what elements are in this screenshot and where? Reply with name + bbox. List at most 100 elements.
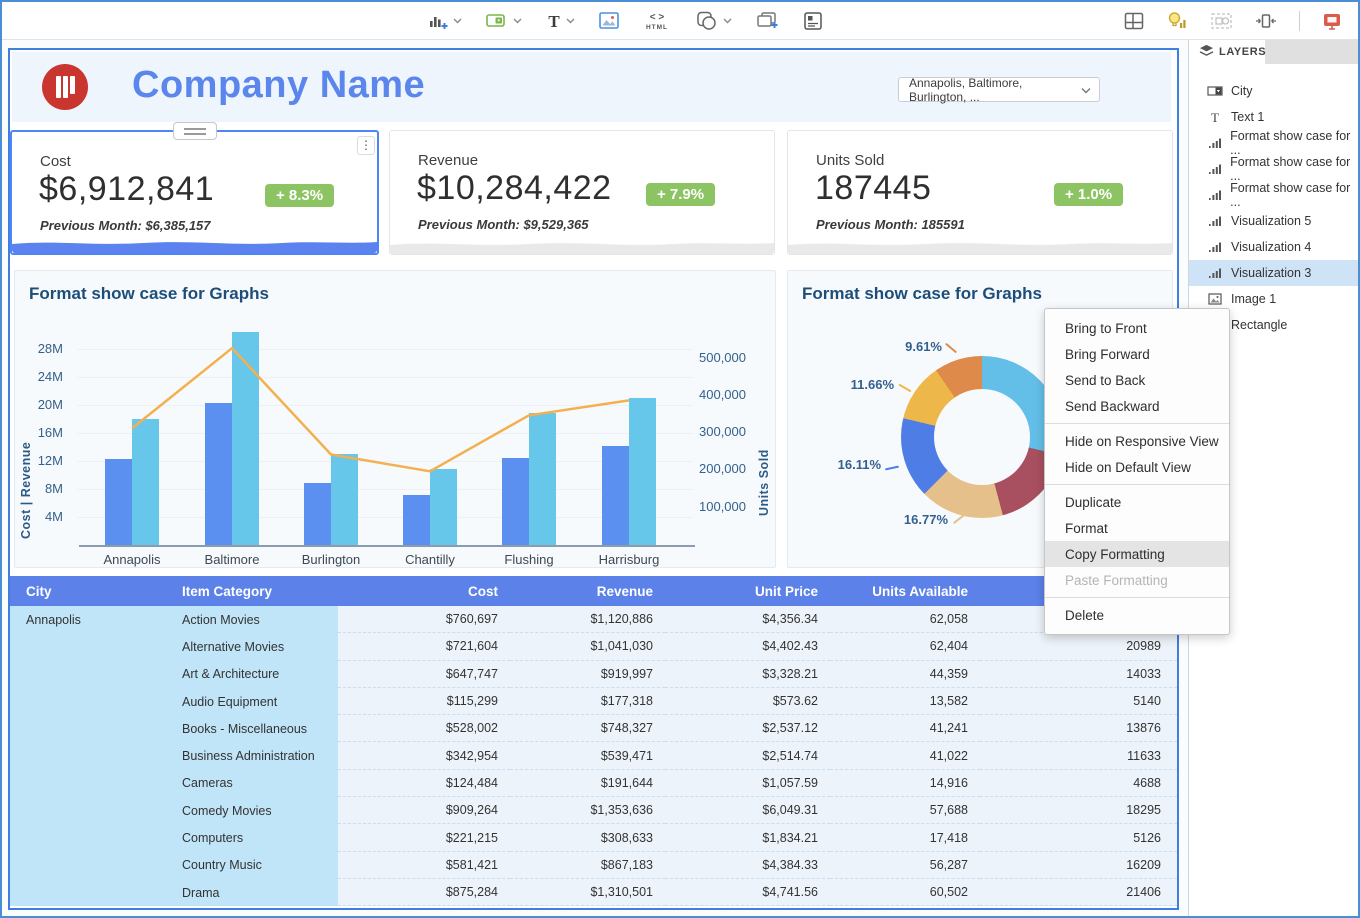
cost-bar	[502, 458, 529, 545]
layer-item-city[interactable]: City	[1189, 78, 1358, 104]
table-header-cell: Unit Price	[665, 576, 830, 606]
context-menu-item-bring-forward[interactable]: Bring Forward	[1045, 341, 1229, 367]
layer-item-visualization-3[interactable]: Visualization 3	[1189, 260, 1358, 286]
insert-chart-icon[interactable]	[428, 11, 462, 31]
layer-item-label: Rectangle	[1231, 318, 1287, 332]
region-dropdown[interactable]: Annapolis, Baltimore, Burlington, ...	[898, 77, 1100, 102]
table-cell: Computers	[172, 824, 338, 851]
app-window: T < >HTML Company Name Annapolis, Baltimo…	[0, 0, 1360, 918]
context-menu-item-send-backward[interactable]: Send Backward	[1045, 393, 1229, 419]
layer-item-label: Visualization 5	[1231, 214, 1311, 228]
context-menu-item-duplicate[interactable]: Duplicate	[1045, 489, 1229, 515]
separator	[1299, 11, 1300, 31]
layer-item-text-1[interactable]: T Text 1	[1189, 104, 1358, 130]
svg-text:T: T	[1211, 110, 1219, 124]
dashboard-canvas[interactable]: Company Name Annapolis, Baltimore, Burli…	[8, 48, 1179, 910]
insert-text-icon[interactable]: T	[546, 12, 575, 30]
table-row: Comedy Movies$909,264$1,353,636$6,049.31…	[10, 797, 1177, 824]
layer-item-label: Format show case for ...	[1230, 181, 1358, 209]
cost-bar	[105, 459, 132, 545]
context-menu: Bring to FrontBring ForwardSend to BackS…	[1044, 308, 1230, 635]
layer-item-label: Format show case for ...	[1230, 155, 1358, 183]
group-icon[interactable]	[1210, 11, 1233, 31]
table-cell: Annapolis	[10, 606, 172, 633]
table-cell: $1,041,030	[510, 633, 665, 660]
context-menu-item-format[interactable]: Format	[1045, 515, 1229, 541]
insights-icon[interactable]	[1166, 11, 1188, 31]
context-menu-item-send-to-back[interactable]: Send to Back	[1045, 367, 1229, 393]
add-object-icon[interactable]	[756, 11, 779, 31]
kpi-sparkline-area	[390, 234, 774, 254]
cost-bar	[205, 403, 232, 545]
layer-item-label: Text 1	[1231, 110, 1264, 124]
kebab-menu-button[interactable]: ⋮	[357, 136, 375, 155]
insert-image-icon[interactable]	[599, 12, 619, 30]
kpi-card-cost[interactable]: Cost$6,912,841+ 8.3%Previous Month: $6,3…	[10, 130, 379, 255]
cost-bar	[403, 495, 430, 545]
drag-handle[interactable]	[173, 122, 217, 140]
category-label: Chantilly	[382, 552, 478, 567]
revenue-bar	[132, 419, 159, 545]
combo-chart-plot: 4M8M12M16M20M24M28M100,000200,000300,000…	[15, 271, 777, 569]
table-cell: Drama	[172, 879, 338, 906]
right-axis-tick: 500,000	[699, 350, 759, 365]
table-cell: $919,997	[510, 661, 665, 688]
layer-item-visualization-4[interactable]: Visualization 4	[1189, 234, 1358, 260]
table-cell: $6,049.31	[665, 797, 830, 824]
right-axis-tick: 400,000	[699, 387, 759, 402]
insert-map-icon[interactable]	[486, 12, 522, 30]
table-cell: Cameras	[172, 770, 338, 797]
table-cell: $1,353,636	[510, 797, 665, 824]
table-row: Computers$221,215$308,633$1,834.2117,418…	[10, 824, 1177, 851]
table-cell: 60,502	[830, 879, 980, 906]
context-menu-item-copy-formatting[interactable]: Copy Formatting	[1045, 541, 1229, 567]
kpi-card-units-sold[interactable]: Units Sold187445+ 1.0%Previous Month: 18…	[787, 130, 1173, 255]
table-cell: $4,402.43	[665, 633, 830, 660]
table-cell: 14,916	[830, 770, 980, 797]
table-cell	[10, 824, 172, 851]
context-menu-item-bring-to-front[interactable]: Bring to Front	[1045, 315, 1229, 341]
layer-item-label: Visualization 3	[1231, 266, 1311, 280]
kpi-value: 187445	[815, 169, 931, 208]
table-cell: $2,537.12	[665, 715, 830, 742]
table-widget[interactable]: CityItem CategoryCostRevenueUnit PriceUn…	[10, 576, 1177, 906]
combo-chart-widget[interactable]: Format show case for Graphs 4M8M12M16M20…	[14, 270, 776, 568]
table-cell: 4688	[980, 770, 1177, 797]
table-cell: Action Movies	[172, 606, 338, 633]
insert-shapes-icon[interactable]	[695, 11, 732, 31]
gridline	[77, 517, 693, 518]
context-menu-item-paste-formatting[interactable]: Paste Formatting	[1045, 567, 1229, 593]
layer-item-format-show-case-for-[interactable]: Format show case for ...	[1189, 156, 1358, 182]
context-menu-divider	[1045, 597, 1229, 598]
insert-table-icon[interactable]	[803, 11, 823, 31]
kpi-title: Units Sold	[816, 152, 884, 169]
context-menu-item-hide-on-responsive-view[interactable]: Hide on Responsive View	[1045, 428, 1229, 454]
kpi-sparkline-area	[12, 233, 377, 253]
layer-item-format-show-case-for-[interactable]: Format show case for ...	[1189, 130, 1358, 156]
donut-callout-tick	[885, 466, 899, 471]
table-row: Audio Equipment$115,299$177,318$573.6213…	[10, 688, 1177, 715]
category-label: Baltimore	[184, 552, 280, 567]
present-icon[interactable]	[1322, 11, 1342, 31]
table-cell: 56,287	[830, 852, 980, 879]
table-header-cell: Item Category	[172, 576, 338, 606]
kpi-value: $6,912,841	[39, 170, 214, 209]
layer-item-format-show-case-for-[interactable]: Format show case for ...	[1189, 182, 1358, 208]
table-cell	[10, 852, 172, 879]
table-cell	[10, 688, 172, 715]
layer-item-visualization-5[interactable]: Visualization 5	[1189, 208, 1358, 234]
dashboard-header-card[interactable]: Company Name Annapolis, Baltimore, Burli…	[12, 52, 1171, 122]
table-cell: $539,471	[510, 742, 665, 769]
layout-icon[interactable]	[1124, 12, 1144, 30]
context-menu-item-delete[interactable]: Delete	[1045, 602, 1229, 628]
table-cell: $177,318	[510, 688, 665, 715]
layers-tab[interactable]: LAYERS	[1189, 40, 1265, 64]
kpi-card-revenue[interactable]: Revenue$10,284,422+ 7.9%Previous Month: …	[389, 130, 775, 255]
fit-view-icon[interactable]	[1255, 11, 1277, 31]
table-cell: Art & Architecture	[172, 661, 338, 688]
table-cell: 13,582	[830, 688, 980, 715]
right-axis-title: Units Sold	[757, 366, 771, 516]
cost-bar	[602, 446, 629, 545]
insert-html-icon[interactable]: < >HTML	[643, 11, 671, 31]
context-menu-item-hide-on-default-view[interactable]: Hide on Default View	[1045, 454, 1229, 480]
